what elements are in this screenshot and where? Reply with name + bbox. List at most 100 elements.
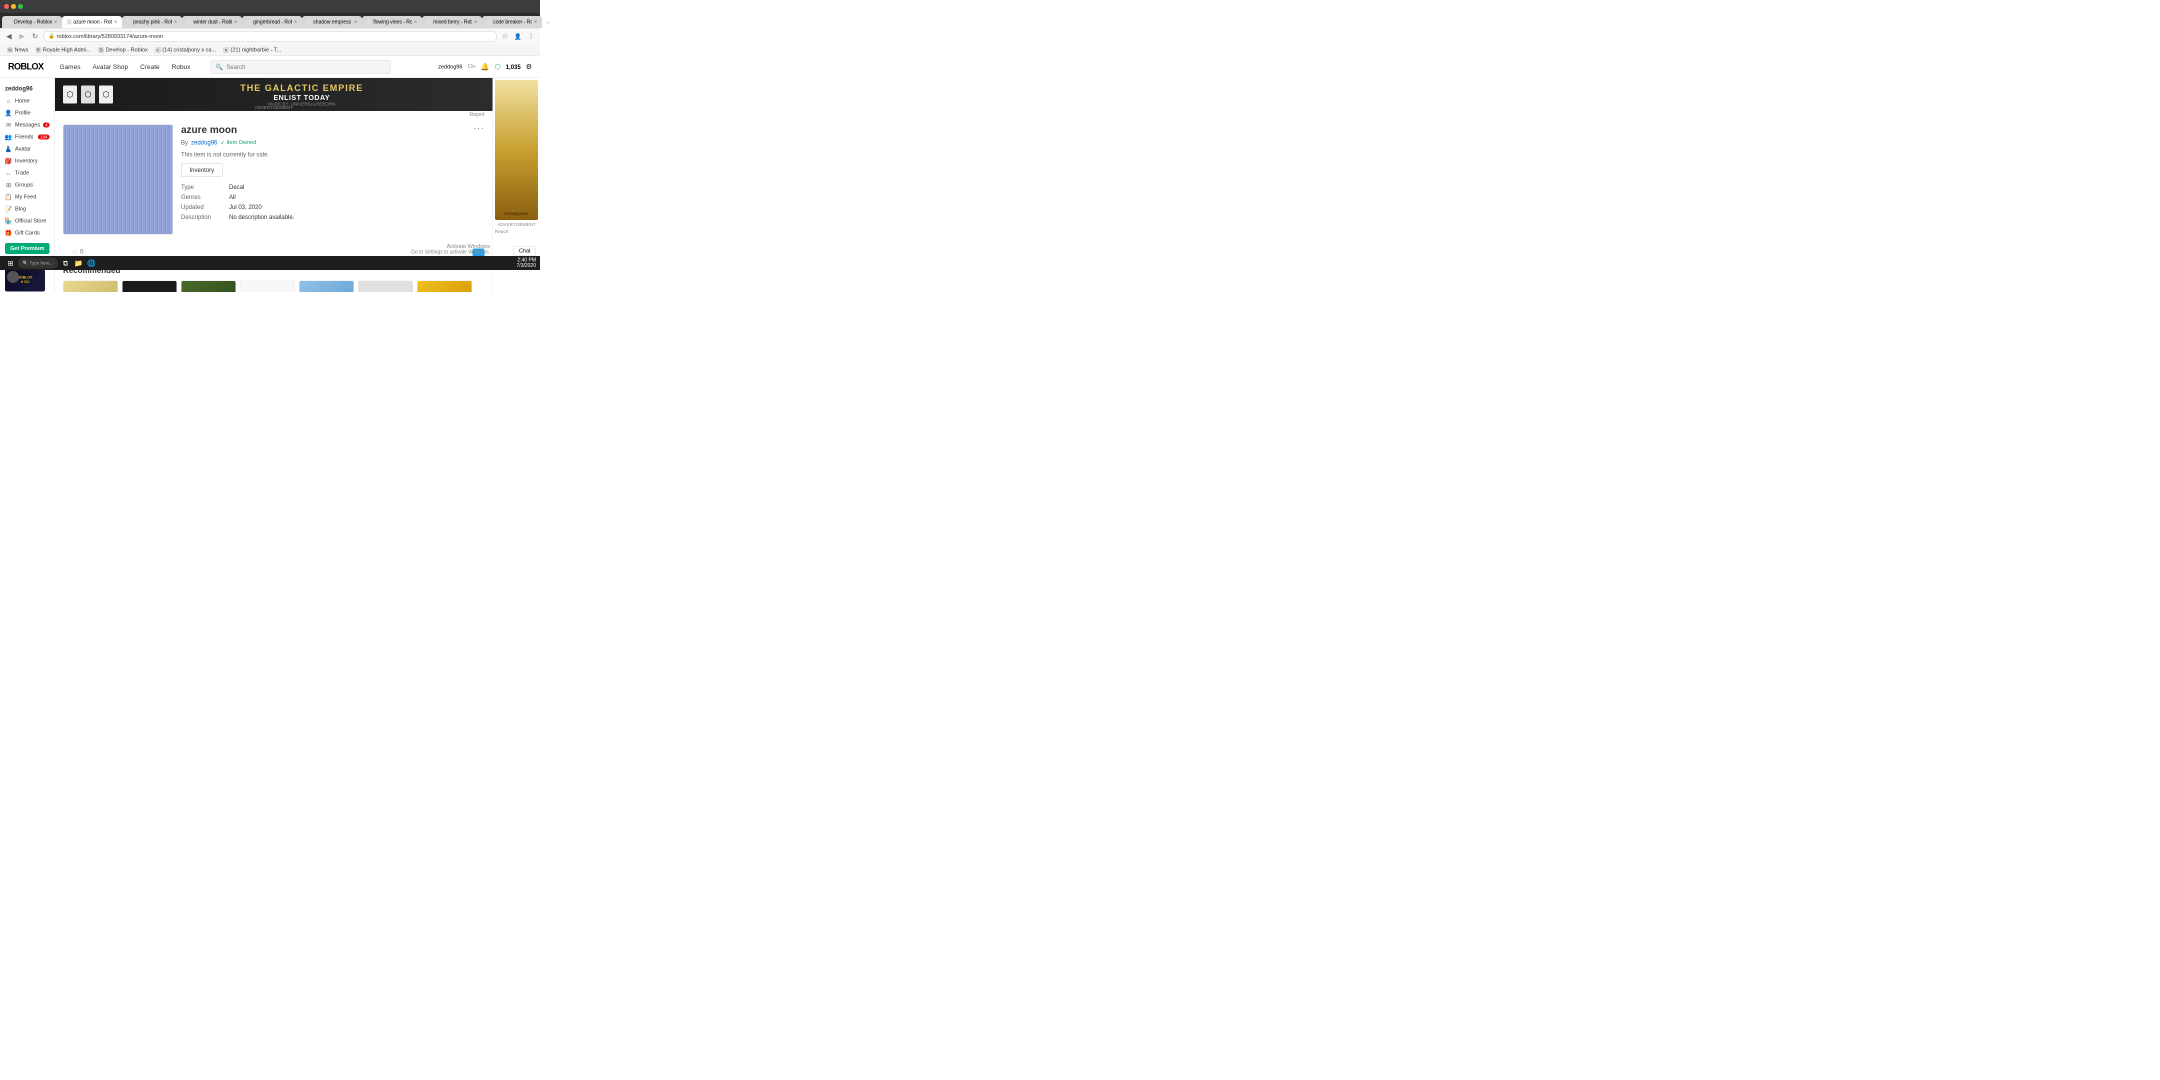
right-ad-report[interactable]: Report <box>495 229 509 234</box>
tab-close-azure[interactable]: × <box>114 19 117 25</box>
new-tab-button[interactable]: + <box>542 17 554 29</box>
bookmark-royale[interactable]: R Royale High Admi... <box>32 46 94 54</box>
item-section: azure moon ··· By zeddog96 ✓ Item Owned … <box>55 119 493 241</box>
activate-sub: Go to Settings to activate Windows. <box>411 250 490 256</box>
sidebar-item-groups[interactable]: ⊞ Groups <box>0 179 55 191</box>
star-icon[interactable]: ☆ <box>71 247 78 257</box>
type-row: Type Decal <box>181 182 485 192</box>
tab-close-flowing[interactable]: × <box>414 19 417 25</box>
sidebar-item-trade[interactable]: ↔ Trade <box>0 167 55 179</box>
user-profile-icon[interactable]: 👤 <box>513 31 523 41</box>
tab-close-peachy[interactable]: × <box>174 19 177 25</box>
settings-icon[interactable]: ⚙ <box>526 63 532 72</box>
item-card-img-2: ⛑ <box>181 281 236 293</box>
tab-gingerbread[interactable]: gingerbread - Robl... × <box>242 16 302 28</box>
sidebar-item-blog[interactable]: 📝 Blog <box>0 203 55 215</box>
tab-close-develop[interactable]: × <box>54 19 57 25</box>
chat-button[interactable]: Chat <box>513 246 536 256</box>
tab-close-shadow[interactable]: × <box>354 19 357 25</box>
inventory-icon: 🎒 <box>5 158 12 165</box>
sidebar-label-friends: Friends <box>15 134 33 140</box>
sidebar-item-profile[interactable]: 👤 Profile <box>0 107 55 119</box>
tab-close-gingerbread[interactable]: × <box>294 19 297 25</box>
sidebar-item-friends[interactable]: 👥 Friends 184 <box>0 131 55 143</box>
tab-flowing[interactable]: flowing vines - Rob... × <box>362 16 422 28</box>
type-value: Decal <box>229 184 244 191</box>
menu-icon[interactable]: ⋮ <box>526 31 536 41</box>
get-premium-button[interactable]: Get Premium <box>5 243 50 254</box>
item-card-3[interactable]: 😝 Prankster Face! *3K By kaelaa Free <box>240 281 295 293</box>
search-input[interactable] <box>226 63 385 70</box>
owner-link[interactable]: zeddog96 <box>191 139 217 146</box>
windows-start-button[interactable]: ⊞ <box>5 258 16 269</box>
tab-azure-moon[interactable]: azure moon - Robl... × <box>62 16 122 28</box>
tab-shadow[interactable]: shadow empress -... × <box>302 16 362 28</box>
item-card-img-4: 👑 <box>299 281 354 293</box>
sidebar-label-gift-cards: Gift Cards <box>15 230 40 236</box>
tab-close-winter[interactable]: × <box>234 19 237 25</box>
tab-develop[interactable]: Develop - Roblox × <box>2 16 62 28</box>
bookmark-star-icon[interactable]: ☆ <box>500 31 510 41</box>
roblox-logo[interactable]: ROBLOX <box>8 62 44 73</box>
sidebar-item-inventory[interactable]: 🎒 Inventory <box>0 155 55 167</box>
bookmark-news[interactable]: N News <box>4 46 31 54</box>
bookmark-cristal[interactable]: c (14) cristalpony x ca... <box>152 46 219 54</box>
desc-label: Description <box>181 214 221 221</box>
reload-button[interactable]: ↻ <box>30 31 40 41</box>
item-card-6[interactable]: VIP vip By SUPDUDE146 Free <box>417 281 472 293</box>
updated-row: Updated Jul 03, 2020 <box>181 202 485 212</box>
events-banner[interactable]: ROBLOX✕ DC <box>5 269 45 292</box>
tab-code[interactable]: code breaker - Rob... × <box>482 16 542 28</box>
sidebar-item-my-feed[interactable]: 📋 My Feed <box>0 191 55 203</box>
bookmark-night[interactable]: n (21) nightbarbie - T... <box>220 46 284 54</box>
item-card-img-6: VIP <box>417 281 472 293</box>
file-explorer-icon[interactable]: 📁 <box>73 258 84 269</box>
item-title: azure moon <box>181 125 237 137</box>
genres-row: Genres All <box>181 192 485 202</box>
back-button[interactable]: ◀ <box>4 31 14 41</box>
item-card-2[interactable]: ⛑ helmet By FARTING666... Free <box>181 281 236 293</box>
sidebar-item-official-store[interactable]: 🏪 Official Store <box>0 215 55 227</box>
nav-avatar-shop[interactable]: Avatar Shop <box>92 63 128 71</box>
forward-button[interactable]: ▶ <box>17 31 27 41</box>
item-card-1[interactable]: DERP Derp Dog(Please By McNoobster2G Fre… <box>122 281 177 293</box>
right-ad-image: Creepysins <box>495 80 538 220</box>
search-taskbar-button[interactable]: 🔍 Type here... <box>18 258 58 269</box>
notification-icon[interactable]: 🔔 <box>481 63 490 72</box>
nav-create[interactable]: Create <box>140 63 160 71</box>
tab-close-code[interactable]: × <box>534 19 537 25</box>
tab-mixed[interactable]: mixed berry - Robl... × <box>422 16 482 28</box>
url-text: roblox.com/library/5280933174/azure-moon <box>57 33 163 39</box>
gift-cards-icon: 🎁 <box>5 230 12 237</box>
report-link[interactable]: Report <box>469 112 484 118</box>
robux-amount: 1,035 <box>506 63 521 70</box>
tab-peachy[interactable]: peachy pink - Robl... × <box>122 16 182 28</box>
friends-badge: 184 <box>38 135 50 140</box>
inventory-button[interactable]: Inventory <box>181 163 223 177</box>
nav-games[interactable]: Games <box>60 63 81 71</box>
sidebar-item-gift-cards[interactable]: 🎁 Gift Cards <box>0 227 55 239</box>
item-image-container <box>63 125 173 235</box>
taskbar-app-1[interactable]: 🌐 <box>86 258 97 269</box>
activate-windows-overlay: Activate Windows Go to Settings to activ… <box>411 244 490 256</box>
sidebar-item-home[interactable]: ⌂ Home <box>0 95 55 107</box>
item-card-4[interactable]: 👑 Icemen Over All By Nikayah13 Free <box>299 281 354 293</box>
task-view-button[interactable]: ⧉ <box>60 258 71 269</box>
sidebar-label-messages: Messages <box>15 122 40 128</box>
nav-robux[interactable]: Robux <box>172 63 191 71</box>
bookmark-cristal-icon: c <box>155 47 161 53</box>
sidebar-item-messages[interactable]: ✉ Messages 4 <box>0 119 55 131</box>
bookmark-develop[interactable]: D Develop - Roblox <box>95 46 151 54</box>
item-card-5[interactable]: 👗 Black and white dress! By supercutie66… <box>358 281 413 293</box>
window-controls <box>4 4 23 9</box>
tab-winter[interactable]: winter dust - Robl... × <box>182 16 242 28</box>
item-card-0[interactable]: 🐱 Selfish Kitty By bobthingy Free <box>63 281 118 293</box>
sidebar-label-inventory: Inventory <box>15 158 38 164</box>
more-options-button[interactable]: ··· <box>474 125 485 134</box>
sidebar-item-avatar[interactable]: 👗 Avatar <box>0 143 55 155</box>
tab-close-mixed[interactable]: × <box>474 19 477 25</box>
genres-label: Genres <box>181 194 221 201</box>
sidebar-label-home: Home <box>15 98 30 104</box>
profile-icon: 👤 <box>5 110 12 117</box>
url-input[interactable]: 🔒 roblox.com/library/5280933174/azure-mo… <box>43 31 497 42</box>
